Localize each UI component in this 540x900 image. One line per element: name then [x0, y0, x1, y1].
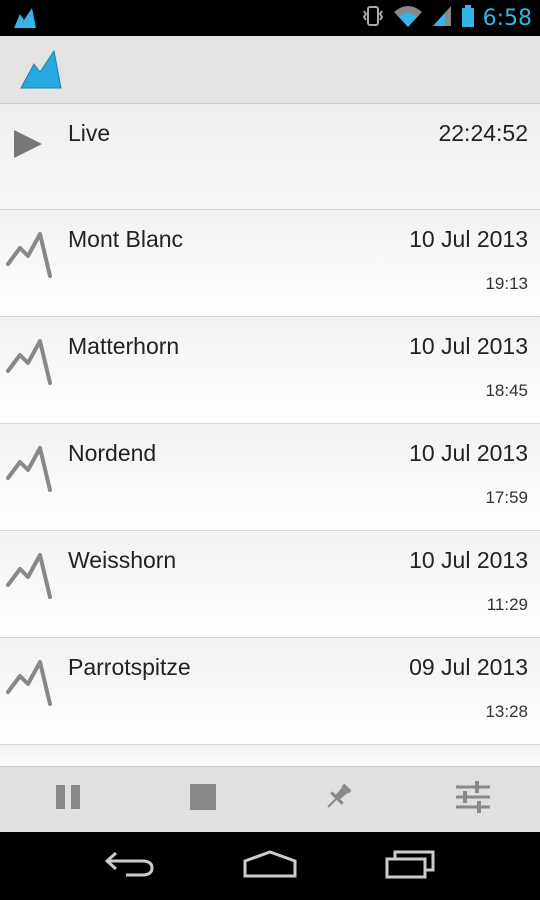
home-button[interactable]: [230, 841, 310, 891]
list-item-date: 09 Jul 2013: [409, 654, 528, 680]
list-item[interactable]: Parrotspitze 09 Jul 2013 13:28: [0, 638, 540, 745]
stop-icon: [188, 782, 218, 817]
list-item-time: 18:45: [485, 381, 528, 400]
live-clock: 22:24:52: [438, 120, 528, 146]
back-button[interactable]: [90, 841, 170, 891]
list-item-live[interactable]: Live 22:24:52: [0, 104, 540, 210]
recents-button[interactable]: [370, 841, 450, 891]
status-bar: 6:58: [0, 0, 540, 36]
list-item[interactable]: Nordend 10 Jul 2013 17:59: [0, 424, 540, 531]
play-icon: [12, 126, 44, 167]
status-icons: 6:58: [361, 0, 532, 36]
list-item-partial[interactable]: [0, 745, 540, 766]
peak-icon: [6, 337, 54, 392]
battery-icon: [461, 4, 475, 33]
list-item-time: 19:13: [485, 274, 528, 293]
track-list: Live 22:24:52 Mont Blanc 10 Jul 2013 19:…: [0, 104, 540, 766]
list-item-time: 11:29: [486, 595, 528, 614]
list-item-title: Matterhorn: [68, 333, 180, 359]
list-item[interactable]: Matterhorn 10 Jul 2013 18:45: [0, 317, 540, 424]
app-mountain-icon: [12, 6, 38, 35]
settings-button[interactable]: [405, 767, 540, 832]
peak-icon: [6, 658, 54, 713]
list-item-title: Weisshorn: [68, 547, 177, 573]
list-item-title: Parrotspitze: [68, 654, 191, 680]
pin-icon: [322, 781, 354, 818]
list-item-date: 10 Jul 2013: [409, 226, 528, 252]
wifi-icon: [393, 4, 423, 33]
mountain-logo-icon[interactable]: [20, 49, 62, 95]
peak-icon: [6, 444, 54, 499]
pin-button[interactable]: [270, 767, 405, 832]
list-item-date: 10 Jul 2013: [409, 333, 528, 359]
pause-button[interactable]: [0, 767, 135, 832]
clock: 6:58: [482, 5, 532, 31]
bottom-toolbar: [0, 766, 540, 832]
stop-button[interactable]: [135, 767, 270, 832]
list-item-date: 10 Jul 2013: [409, 547, 528, 573]
signal-icon: [431, 4, 453, 33]
recents-icon: [384, 849, 436, 884]
peak-icon: [6, 551, 54, 606]
pause-icon: [53, 782, 83, 817]
list-item-title: Nordend: [68, 440, 157, 466]
navigation-bar: [0, 832, 540, 900]
list-item-time: 13:28: [485, 702, 528, 721]
list-item-time: 17:59: [485, 488, 528, 507]
list-item-title: Mont Blanc: [68, 226, 184, 252]
vibrate-icon: [361, 4, 385, 33]
list-item[interactable]: Mont Blanc 10 Jul 2013 19:13: [0, 210, 540, 317]
list-item-date: 10 Jul 2013: [409, 440, 528, 466]
settings-sliders-icon: [455, 780, 491, 819]
back-icon: [104, 849, 156, 884]
action-bar: [0, 36, 540, 104]
peak-icon: [6, 230, 54, 285]
list-item[interactable]: Weisshorn 10 Jul 2013 11:29: [0, 531, 540, 638]
home-icon: [242, 849, 298, 884]
list-item-title: Live: [68, 120, 111, 146]
